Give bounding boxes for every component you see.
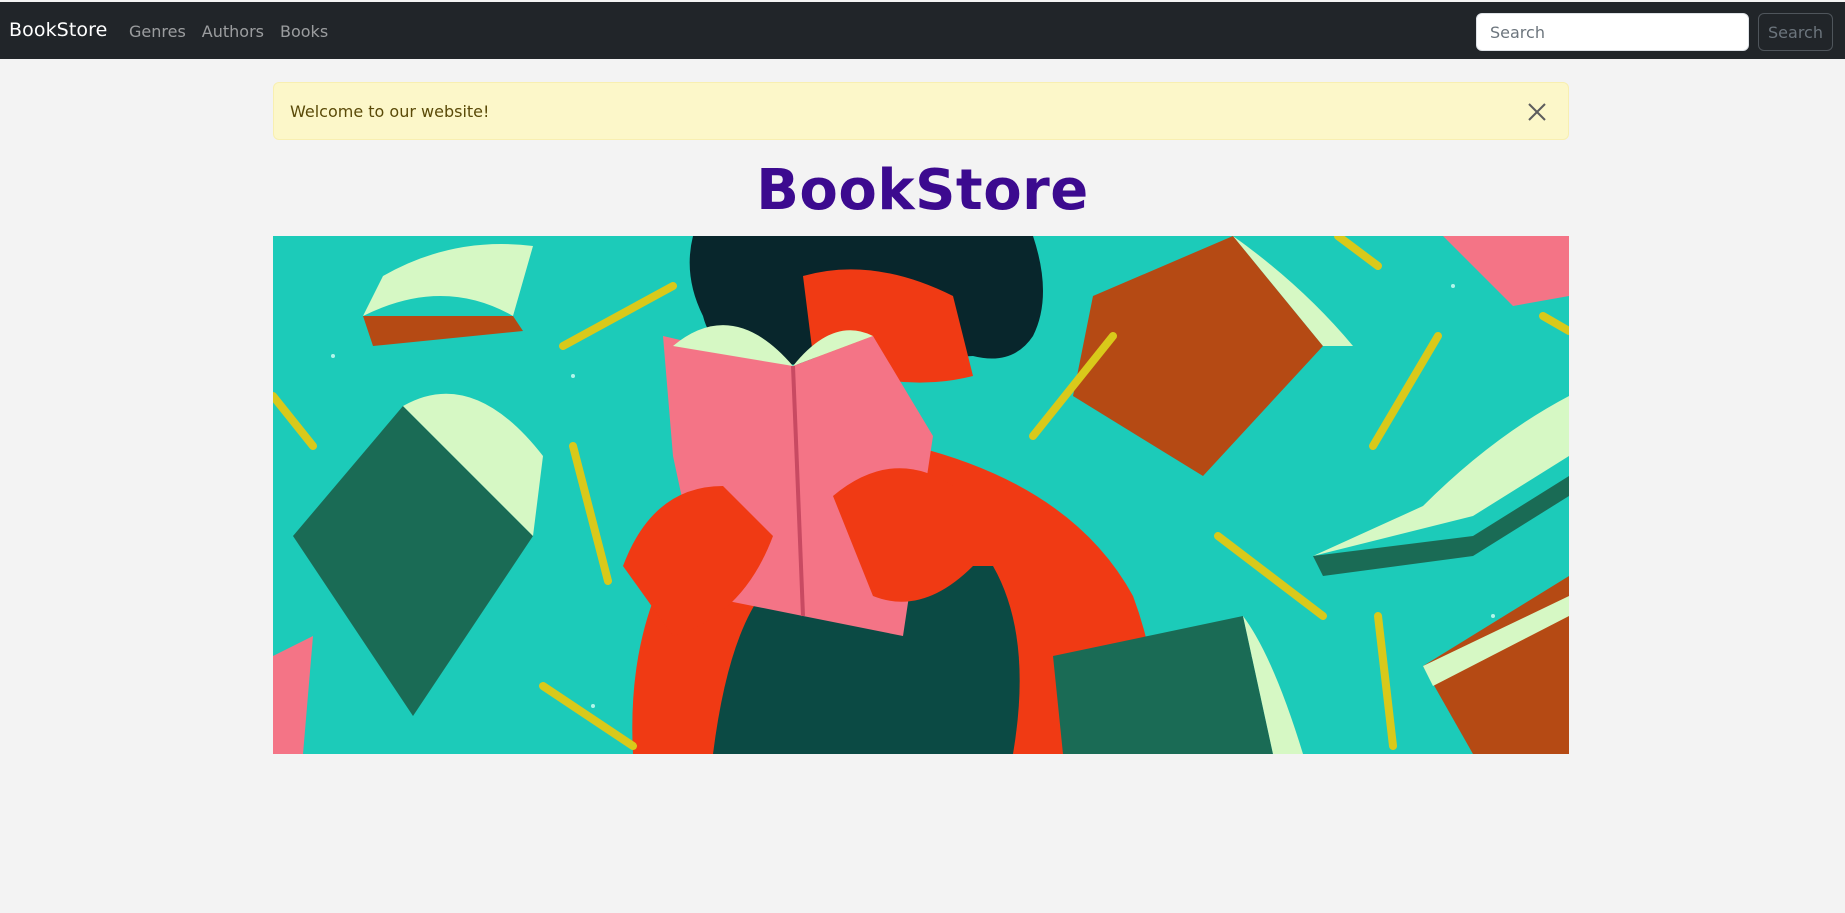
nav-link-authors[interactable]: Authors [202, 22, 264, 41]
search-button[interactable]: Search [1758, 13, 1833, 51]
nav-links: Genres Authors Books [129, 22, 328, 41]
nav-link-books[interactable]: Books [280, 22, 328, 41]
alert-message: Welcome to our website! [290, 101, 490, 121]
nav-link-genres[interactable]: Genres [129, 22, 186, 41]
welcome-alert: Welcome to our website! [273, 82, 1569, 140]
brand-link[interactable]: BookStore [9, 19, 107, 41]
close-icon[interactable] [1526, 101, 1548, 123]
search-input[interactable] [1476, 13, 1749, 51]
top-navbar: BookStore Genres Authors Books Search [0, 0, 1845, 59]
page-title: BookStore [756, 158, 1089, 223]
hero-illustration [273, 236, 1569, 754]
